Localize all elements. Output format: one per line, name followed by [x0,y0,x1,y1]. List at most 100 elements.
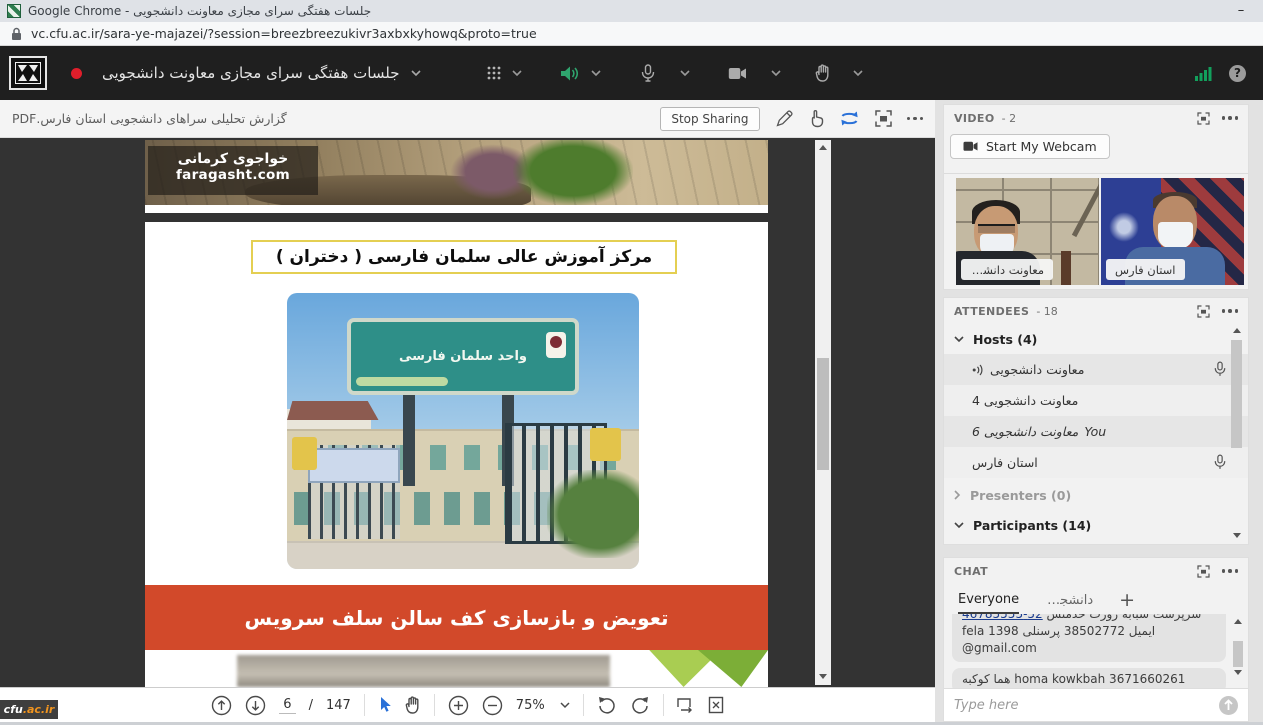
attendees-scrollbar[interactable] [1230,328,1243,538]
university-logo-icon [546,332,566,358]
watermark-cfu: cfu [4,703,23,716]
zoom-out-button[interactable] [482,695,503,716]
rotate-counterclockwise-button[interactable] [597,695,617,715]
chat-expand-icon[interactable] [1197,565,1210,578]
scroll-down-icon[interactable] [819,674,827,679]
scrollbar-thumb[interactable] [1231,340,1242,448]
share-pod-menu-icon[interactable] [907,117,924,121]
chat-input[interactable] [954,698,1219,713]
video-count: - 2 [1002,112,1016,125]
scroll-down-icon[interactable] [1233,533,1241,538]
you-label: You [1084,424,1106,439]
next-slide-preview [145,650,768,687]
chat-message-link[interactable]: 52-46785555 [962,614,1043,621]
pointer-icon[interactable] [809,109,824,128]
attendee-row-you[interactable]: معاونت دانشجویی 6 You [944,416,1248,447]
connection-signal-icon[interactable] [1195,66,1213,81]
select-tool-icon[interactable] [378,696,392,714]
speaker-chevron-icon[interactable] [591,70,601,77]
scroll-up-icon[interactable] [1233,328,1241,333]
attendee-name: معاونت دانشجویی [990,362,1084,377]
pdf-scrollbar[interactable] [815,140,831,685]
video-menu-icon[interactable] [1222,116,1239,120]
pdf-viewer[interactable]: خواجوی کرمانی faragasht.com مرکز آموزش ع… [0,138,935,687]
participants-group-header[interactable]: Participants (14) [944,510,1248,540]
next-page-button[interactable] [245,695,266,716]
microphone-chevron-icon[interactable] [680,70,690,77]
current-page-field[interactable]: 6 [279,697,295,714]
raise-hand-icon[interactable] [815,64,831,82]
minimize-button[interactable]: – [1219,1,1263,21]
scrollbar-thumb[interactable] [817,358,829,470]
microphone-icon[interactable] [641,64,655,82]
attendees-expand-icon[interactable] [1197,305,1210,318]
previous-page-fragment: خواجوی کرمانی faragasht.com [145,140,768,213]
watermark-line2: faragasht.com [148,167,318,183]
chat-scrollbar[interactable] [1232,617,1244,675]
webcam-tile-1[interactable]: معاونت دانشجویی [956,178,1099,285]
webcam-tile-2[interactable]: استان فارس [1101,178,1244,285]
attendee-mic-icon[interactable] [1214,361,1226,377]
rotate-clockwise-button[interactable] [630,695,650,715]
adobe-connect-logo-icon[interactable] [9,56,47,90]
entrance-sign: واحد سلمان فارسی [347,318,579,395]
draw-icon[interactable] [775,109,794,128]
fit-width-button[interactable] [677,697,695,714]
sync-icon[interactable] [839,110,860,127]
video-expand-icon[interactable] [1197,112,1210,125]
start-webcam-button[interactable]: Start My Webcam [950,134,1110,159]
url-text[interactable]: vc.cfu.ac.ir/sara-ye-majazei/?session=br… [31,26,537,41]
scroll-up-icon[interactable] [819,145,827,150]
pods-chevron-icon[interactable] [512,70,522,77]
url-bar[interactable]: vc.cfu.ac.ir/sara-ye-majazei/?session=br… [0,22,1263,46]
attendee-mic-icon[interactable] [1214,454,1226,470]
add-chat-tab-button[interactable]: + [1119,589,1135,614]
attendees-count: - 18 [1036,305,1057,318]
attendee-name: استان فارس [972,455,1038,470]
chat-messages[interactable]: سرپرست سبابه روزت خدمتش 52-46785555 ایمی… [944,614,1248,688]
attendee-name: معاونت دانشجویی 4 [972,393,1078,408]
pdf-controls-toolbar: 6 / 147 75% [0,687,935,722]
scroll-down-icon[interactable] [1234,670,1242,675]
tab-private-chat[interactable]: دانشجویی [1045,593,1093,614]
webcam-name-badge: معاونت دانشجویی [961,259,1053,280]
chat-menu-icon[interactable] [1222,569,1239,573]
hand-tool-icon[interactable] [405,696,421,714]
blurred-photo [237,655,610,687]
hosts-group-header[interactable]: Hosts (4) [944,324,1248,354]
zoom-level-value[interactable]: 75% [516,698,545,713]
speaker-icon[interactable] [560,65,580,82]
webcam-icon[interactable] [728,67,747,80]
pods-grid-icon[interactable] [487,66,501,80]
attendee-row[interactable]: معاونت دانشجویی 4 [944,385,1248,416]
fullscreen-icon[interactable] [875,110,892,127]
meeting-menu-chevron-icon[interactable] [411,70,421,77]
app-toolbar: جلسات هفتگی سرای مجازی معاونت دانشجویی [0,46,1263,100]
zoom-dropdown-chevron-icon[interactable] [560,702,570,709]
stop-sharing-button[interactable]: Stop Sharing [660,107,759,131]
start-webcam-label: Start My Webcam [986,139,1097,154]
tab-everyone[interactable]: Everyone [958,592,1019,614]
scrollbar-thumb[interactable] [1233,641,1243,667]
presenters-group-header[interactable]: Presenters (0) [944,480,1248,510]
raise-hand-chevron-icon[interactable] [853,70,863,77]
webcam-2-name: استان فارس [1115,263,1176,277]
chat-message-text: سرپرست سبابه روزت خدمتش [1047,614,1202,621]
scroll-up-icon[interactable] [1234,619,1242,624]
attendees-menu-icon[interactable] [1222,309,1239,313]
chat-message-text: هما کوکبه homa kowkbah 3671660261 [962,671,1216,688]
help-icon[interactable]: ? [1229,65,1246,82]
webcam-name-badge: استان فارس [1106,259,1185,280]
chat-panel-header: CHAT [944,558,1248,584]
chat-tabs: Everyone دانشجویی + [944,584,1248,614]
padlock-icon [11,27,22,41]
send-message-icon[interactable] [1219,696,1238,715]
participants-label: Participants (14) [973,518,1091,533]
zoom-in-button[interactable] [448,695,469,716]
webcam-1-name: معاونت دانشجویی [970,263,1044,277]
attendee-row[interactable]: استان فارس [944,447,1248,478]
webcam-chevron-icon[interactable] [771,70,781,77]
fit-page-button[interactable] [708,696,724,714]
previous-page-button[interactable] [211,695,232,716]
attendee-row[interactable]: معاونت دانشجویی [944,354,1248,385]
